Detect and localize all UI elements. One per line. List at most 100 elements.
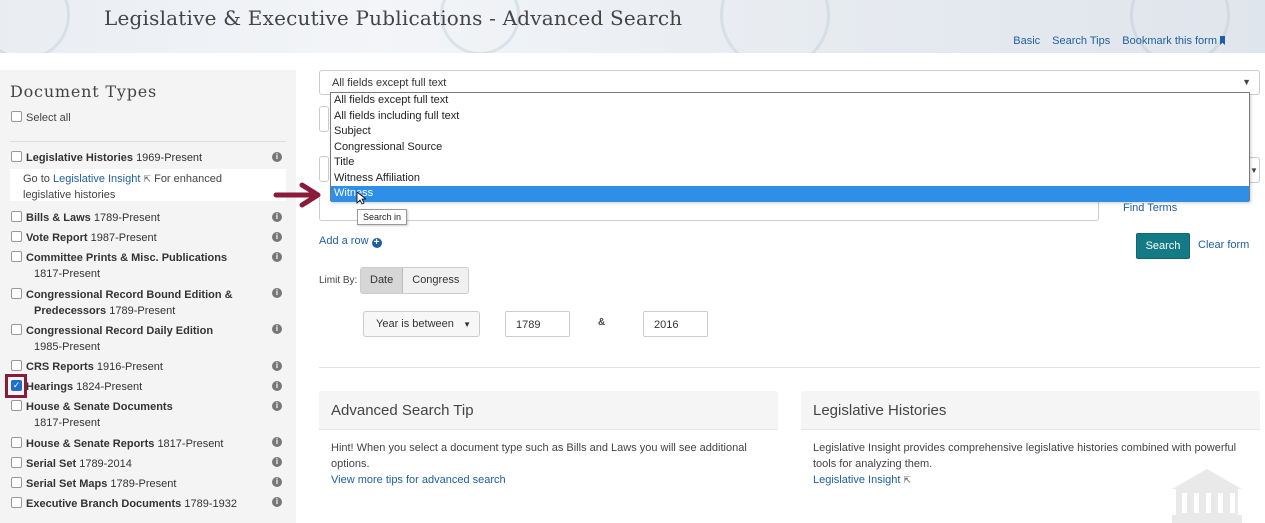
divider xyxy=(10,141,286,142)
doc-type-range: 1916-Present xyxy=(96,361,163,373)
doc-type-name: Vote Report xyxy=(26,232,88,244)
chevron-down-icon[interactable]: ▼ xyxy=(1250,157,1260,183)
year-from-input[interactable]: 1789 xyxy=(505,311,570,337)
legislative-insight-link[interactable]: Legislative Insight xyxy=(53,173,140,185)
info-icon[interactable]: i xyxy=(272,324,282,334)
doc-type-house-senate-documents[interactable]: House & Senate Documents 1817-Present xyxy=(11,399,173,431)
info-icon[interactable]: i xyxy=(272,152,282,162)
search-term-input-partial[interactable] xyxy=(319,106,329,132)
search-field-select-2-partial[interactable] xyxy=(319,156,329,182)
search-button[interactable]: Search xyxy=(1136,233,1190,259)
doc-type-crs-reports[interactable]: CRS Reports 1916-Present xyxy=(11,359,163,375)
doc-type-range: 1789-2014 xyxy=(79,458,132,470)
option-witness-affiliation[interactable]: Witness Affiliation xyxy=(331,171,1249,187)
more-tips-link[interactable]: View more tips for advanced search xyxy=(331,472,766,488)
info-icon[interactable]: i xyxy=(272,381,282,391)
info-icon[interactable]: i xyxy=(272,361,282,371)
doc-type-name: Committee Prints & Misc. Publications xyxy=(26,252,228,264)
doc-type-name: Congressional Record Bound Edition & xyxy=(26,289,233,301)
checkbox-icon xyxy=(11,251,22,262)
checkbox-icon xyxy=(11,497,22,508)
doc-type-legislative-histories[interactable]: Legislative Histories 1969-Present xyxy=(11,150,202,166)
checkbox-icon xyxy=(11,211,22,222)
doc-type-bills-laws[interactable]: Bills & Laws 1789-Present xyxy=(11,210,160,226)
doc-type-serial-set-maps[interactable]: Serial Set Maps 1789-Present xyxy=(11,476,176,492)
doc-type-serial-set[interactable]: Serial Set 1789-2014 xyxy=(11,456,132,472)
option-subject[interactable]: Subject xyxy=(331,124,1249,140)
tab-date[interactable]: Date xyxy=(361,268,404,293)
option-all-fields-including-full-text[interactable]: All fields including full text xyxy=(331,109,1249,125)
note-suffix: For enhanced xyxy=(154,173,222,185)
doc-type-name-line2: Predecessors xyxy=(34,305,107,317)
sidebar-title: Document Types xyxy=(10,82,158,101)
info-icon[interactable]: i xyxy=(272,401,282,411)
option-congressional-source[interactable]: Congressional Source xyxy=(331,140,1249,156)
doc-type-range: 1987-Present xyxy=(90,232,157,244)
panel-title: Advanced Search Tip xyxy=(319,391,778,430)
info-icon[interactable]: i xyxy=(272,497,282,507)
year-range-select[interactable]: Year is between ▼ xyxy=(363,311,480,337)
select-all-checkbox[interactable]: Select all xyxy=(11,111,71,124)
option-all-fields-except-full-text[interactable]: All fields except full text xyxy=(331,93,1249,109)
header-links: Basic Search Tips Bookmark this form xyxy=(1013,35,1225,47)
doc-type-range: 1969-Present xyxy=(136,152,203,164)
search-tips-link[interactable]: Search Tips xyxy=(1052,35,1110,47)
checkbox-icon xyxy=(11,151,22,162)
checkbox-icon xyxy=(11,400,22,411)
highlight-box xyxy=(5,374,27,398)
checkbox-icon xyxy=(11,324,22,335)
external-link-icon: ⇱ xyxy=(903,475,912,485)
tab-congress[interactable]: Congress xyxy=(403,268,469,293)
find-terms-link[interactable]: Find Terms xyxy=(1123,202,1177,214)
legislative-histories-panel: Legislative Histories Legislative Insigh… xyxy=(801,391,1260,523)
year-range-select-value: Year is between xyxy=(376,318,454,330)
and-separator: & xyxy=(598,317,606,328)
doc-type-congressional-record-bound[interactable]: Congressional Record Bound Edition & Pred… xyxy=(11,287,233,319)
header-banner: Legislative & Executive Publications - A… xyxy=(0,0,1265,53)
checkbox-icon xyxy=(11,457,22,468)
limit-by-toggle: Date Congress xyxy=(360,267,470,294)
doc-type-name: Hearings xyxy=(26,381,74,393)
search-field-select-value: All fields except full text xyxy=(332,77,447,89)
info-icon[interactable]: i xyxy=(272,477,282,487)
limit-by-label: Limit By: xyxy=(319,275,358,286)
doc-type-name: Congressional Record Daily Edition xyxy=(26,325,214,337)
doc-type-range: 1985-Present xyxy=(34,341,101,353)
clear-form-link[interactable]: Clear form xyxy=(1198,239,1249,251)
checkbox-icon xyxy=(11,477,22,488)
option-witness[interactable]: Witness xyxy=(331,186,1249,202)
info-icon[interactable]: i xyxy=(272,212,282,222)
doc-type-congressional-record-daily[interactable]: Congressional Record Daily Edition 1985-P… xyxy=(11,323,213,355)
add-row-link[interactable]: Add a row + xyxy=(319,235,382,248)
year-to-input[interactable]: 2016 xyxy=(643,311,708,337)
doc-type-range: 1789-Present xyxy=(93,212,160,224)
panel-title: Legislative Histories xyxy=(801,391,1260,430)
link-label: Legislative Insight xyxy=(813,474,901,486)
select-all-label: Select all xyxy=(26,112,71,124)
arrow-pointer-icon xyxy=(273,182,321,208)
checkbox-icon xyxy=(11,437,22,448)
doc-type-committee-prints[interactable]: Committee Prints & Misc. Publications 181… xyxy=(11,250,227,282)
search-field-dropdown[interactable]: All fields except full text All fields i… xyxy=(330,92,1250,202)
info-icon[interactable]: i xyxy=(272,252,282,262)
doc-type-range: 1789-Present xyxy=(109,305,176,317)
checkbox-icon xyxy=(11,111,22,122)
info-icon[interactable]: i xyxy=(272,288,282,298)
doc-type-name: Serial Set Maps xyxy=(26,478,108,490)
doc-type-range: 1824-Present xyxy=(76,381,143,393)
doc-type-executive-branch[interactable]: Executive Branch Documents 1789-1932 xyxy=(11,496,237,512)
option-title[interactable]: Title xyxy=(331,155,1249,171)
info-icon[interactable]: i xyxy=(272,457,282,467)
info-icon[interactable]: i xyxy=(272,437,282,447)
doc-type-range: 1789-Present xyxy=(110,478,177,490)
external-link-icon: ⇱ xyxy=(143,174,152,184)
doc-type-house-senate-reports[interactable]: House & Senate Reports 1817-Present xyxy=(11,436,223,452)
basic-link[interactable]: Basic xyxy=(1013,35,1040,47)
doc-type-name: Bills & Laws xyxy=(26,212,91,224)
info-icon[interactable]: i xyxy=(272,232,282,242)
note-line2: legislative histories xyxy=(23,189,116,201)
bookmark-link[interactable]: Bookmark this form xyxy=(1122,35,1225,47)
doc-type-vote-report[interactable]: Vote Report 1987-Present xyxy=(11,230,157,246)
divider xyxy=(319,367,1260,368)
doc-type-hearings[interactable]: Hearings 1824-Present xyxy=(11,379,142,395)
